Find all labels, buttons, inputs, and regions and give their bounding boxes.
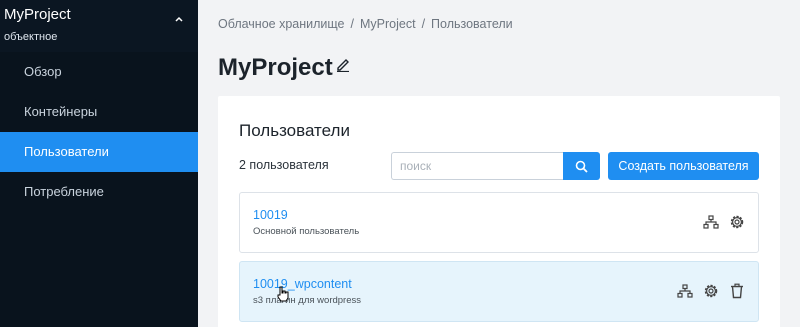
card-title: Пользователи [239,121,350,140]
user-description: Основной пользователь [253,226,360,237]
breadcrumb-item-project[interactable]: MyProject [360,17,416,31]
row-actions [702,213,746,231]
hierarchy-icon[interactable] [676,282,694,300]
main-content: Облачное хранилище / MyProject / Пользовател… [198,0,800,327]
sidebar-item-usage[interactable]: Потребление [0,172,198,212]
gear-icon[interactable] [702,282,720,300]
sidebar: MyProject объектное Обзор Контейнеры Пол… [0,0,198,327]
trash-icon[interactable] [728,282,746,300]
search-button[interactable] [563,152,600,180]
search-box [391,152,600,180]
project-switcher[interactable]: MyProject объектное [0,0,198,52]
users-count: 2 пользователя [239,158,329,172]
sidebar-item-overview[interactable]: Обзор [0,52,198,92]
hand-cursor-icon [277,286,289,302]
user-description: s3 плагин для wordpress [253,295,361,306]
gear-icon[interactable] [728,213,746,231]
breadcrumb-item-users: Пользователи [431,17,513,31]
page-title: MyProject [218,54,351,82]
sidebar-item-users[interactable]: Пользователи [0,132,198,172]
search-input[interactable] [391,152,563,180]
create-user-button[interactable]: Создать пользователя [608,152,759,180]
search-icon [575,160,588,173]
chevron-up-icon[interactable] [174,14,184,24]
breadcrumb-item-storage[interactable]: Облачное хранилище [218,17,345,31]
hierarchy-icon[interactable] [702,213,720,231]
breadcrumb: Облачное хранилище / MyProject / Пользовател… [218,17,513,31]
user-name-link[interactable]: 10019 [253,208,288,222]
user-row: 10019_wpcontent s3 плагин для wordpress [239,261,759,322]
pencil-icon[interactable] [335,56,351,72]
user-row: 10019 Основной пользователь [239,192,759,253]
users-card: Пользователи 2 пользователя Создать поль… [218,96,780,327]
project-subtitle: объектное [4,31,58,43]
sidebar-item-containers[interactable]: Контейнеры [0,92,198,132]
user-name-link[interactable]: 10019_wpcontent [253,277,352,291]
page-title-text: MyProject [218,54,333,81]
sidebar-nav: Обзор Контейнеры Пользователи Потреблени… [0,52,198,327]
project-title: MyProject [4,6,71,23]
row-actions [676,282,746,300]
